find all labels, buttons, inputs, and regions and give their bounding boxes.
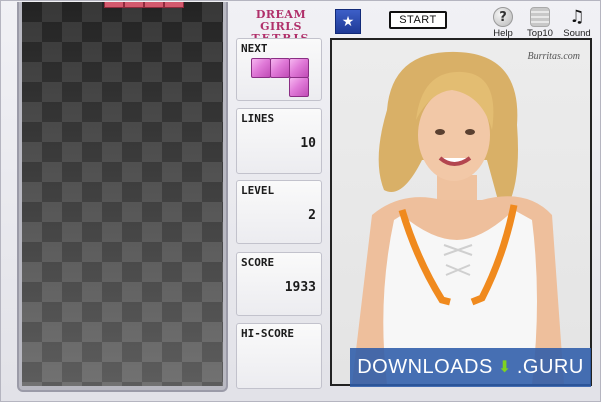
help-button[interactable]: ? Help	[485, 7, 521, 39]
level-value: 2	[308, 208, 316, 223]
play-field[interactable]	[22, 2, 223, 386]
lines-value: 10	[300, 136, 316, 151]
board-frame	[17, 2, 228, 392]
sound-icon: ♫	[569, 7, 585, 27]
girl-photo: Burritas.com	[330, 38, 592, 386]
score-title: SCORE	[241, 256, 275, 269]
photo-illustration	[352, 51, 564, 384]
next-panel: NEXT	[236, 38, 322, 101]
top10-icon	[530, 7, 550, 27]
banner-right-text: .GURU	[516, 356, 584, 378]
level-panel: LEVEL 2	[236, 180, 322, 244]
score-value: 1933	[284, 280, 316, 295]
next-piece-cell	[270, 58, 290, 78]
start-button[interactable]: START	[389, 11, 447, 29]
photo-watermark: Burritas.com	[527, 51, 581, 62]
banner-left-text: DOWNLOADS	[357, 356, 493, 378]
hiscore-panel: HI-SCORE	[236, 323, 322, 389]
score-panel: SCORE 1933	[236, 252, 322, 316]
next-piece-cell	[289, 77, 309, 97]
level-title: LEVEL	[241, 184, 275, 197]
hiscore-title: HI-SCORE	[241, 327, 294, 340]
lines-panel: LINES 10	[236, 108, 322, 174]
piece-cell	[104, 2, 124, 8]
sound-button[interactable]: ♫ Sound	[559, 7, 595, 39]
piece-cell	[124, 2, 144, 8]
downloads-banner: DOWNLOADS ⬇ .GURU	[350, 348, 591, 387]
download-arrow-icon: ⬇	[497, 358, 512, 376]
star-icon[interactable]: ★	[335, 9, 361, 34]
lines-title: LINES	[241, 112, 275, 125]
logo-line1: DREAM GIRLS	[255, 8, 307, 33]
piece-cell	[164, 2, 184, 8]
falling-piece	[104, 2, 184, 8]
next-piece-cell	[251, 58, 271, 78]
next-title: NEXT	[241, 42, 268, 55]
next-piece-cell	[289, 58, 309, 78]
piece-cell	[144, 2, 164, 8]
next-piece-preview	[251, 58, 315, 98]
help-icon: ?	[493, 7, 513, 27]
top10-button[interactable]: Top10	[522, 7, 558, 39]
game-logo: DREAM GIRLS TETRIS	[233, 8, 329, 45]
